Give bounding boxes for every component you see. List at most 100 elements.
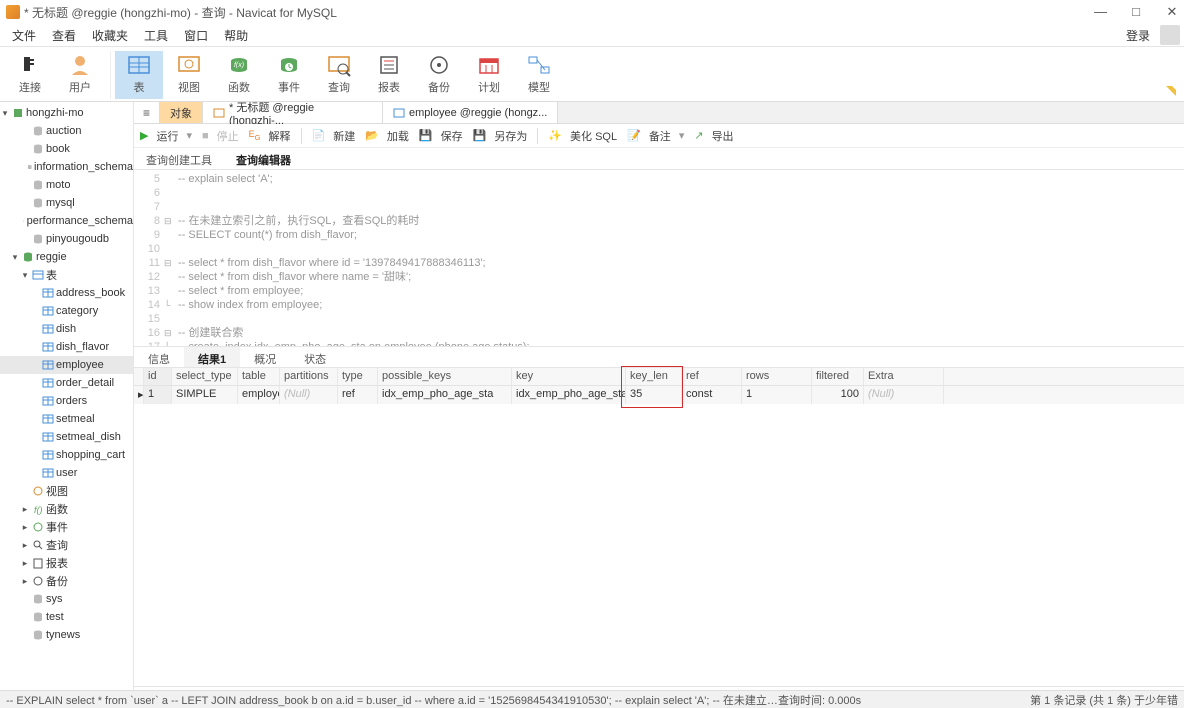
tree-connection[interactable]: ▾hongzhi-mo — [0, 104, 133, 122]
result-row[interactable]: ▸ 1 SIMPLE employee (Null) ref idx_emp_p… — [134, 386, 1184, 404]
tree-tables-node[interactable]: ▾表 — [0, 266, 133, 284]
sql-editor[interactable]: 567891011121314151617181920 ⊟⊟└⊟└ -- exp… — [134, 170, 1184, 346]
tree-table-setmeal[interactable]: setmeal — [0, 410, 133, 428]
main-toolbar: 连接 用户 表 视图 f(x) 函数 事件 查询 报表 — [0, 46, 1184, 102]
editor-gutter: 567891011121314151617181920 — [134, 170, 164, 346]
close-button[interactable]: ✕ — [1166, 4, 1178, 20]
col-ref[interactable]: ref — [682, 368, 742, 385]
toolbar-model[interactable]: 模型 — [515, 51, 563, 99]
note-icon: 📝 — [627, 129, 641, 142]
menu-file[interactable]: 文件 — [4, 27, 44, 44]
note-button[interactable]: 备注 — [649, 128, 671, 144]
database-tree[interactable]: ▾hongzhi-mo auctionbookinformation_schem… — [0, 102, 134, 690]
tree-db-book[interactable]: book — [0, 140, 133, 158]
tree-db-reggie[interactable]: ▾reggie — [0, 248, 133, 266]
tree-db-moto[interactable]: moto — [0, 176, 133, 194]
tab-employee[interactable]: employee @reggie (hongz... — [383, 102, 558, 123]
new-icon: 📄 — [312, 129, 326, 142]
tab-query[interactable]: * 无标题 @reggie (hongzhi-... — [203, 102, 383, 123]
run-dropdown-icon[interactable]: ▾ — [186, 129, 192, 142]
toolbar-user[interactable]: 用户 — [56, 51, 104, 99]
col-table[interactable]: table — [238, 368, 280, 385]
col-select-type[interactable]: select_type — [172, 368, 238, 385]
explain-button[interactable]: 解释 — [269, 128, 291, 144]
minimize-button[interactable]: — — [1094, 4, 1106, 20]
toolbar-plan[interactable]: 计划 — [465, 51, 513, 99]
tree-node-查询[interactable]: ▸查询 — [0, 536, 133, 554]
tree-table-user[interactable]: user — [0, 464, 133, 482]
login-link[interactable]: 登录 — [1118, 27, 1154, 44]
window-title: * 无标题 @reggie (hongzhi-mo) - 查询 - Navica… — [24, 4, 337, 21]
toolbar-backup[interactable]: 备份 — [415, 51, 463, 99]
tree-views-node[interactable]: 视图 — [0, 482, 133, 500]
svg-text:f(x): f(x) — [234, 62, 244, 69]
subtab-editor[interactable]: 查询编辑器 — [224, 148, 303, 169]
editor-tabstrip: ≡ 对象 * 无标题 @reggie (hongzhi-... employee… — [134, 102, 1184, 124]
result-tab-info[interactable]: 信息 — [134, 347, 184, 367]
toolbar-query[interactable]: 查询 — [315, 51, 363, 99]
toolbar-function[interactable]: f(x) 函数 — [215, 51, 263, 99]
explain-icon: EG — [249, 129, 261, 142]
export-button[interactable]: 导出 — [712, 128, 734, 144]
toolbar-event[interactable]: 事件 — [265, 51, 313, 99]
col-possible-keys[interactable]: possible_keys — [378, 368, 512, 385]
tabstrip-menu-icon[interactable]: ≡ — [134, 102, 160, 123]
col-key-len[interactable]: key_len — [626, 368, 682, 385]
col-filtered[interactable]: filtered — [812, 368, 864, 385]
col-id[interactable]: id — [144, 368, 172, 385]
col-type[interactable]: type — [338, 368, 378, 385]
menu-help[interactable]: 帮助 — [216, 27, 256, 44]
tree-node-函数[interactable]: ▸f()函数 — [0, 500, 133, 518]
maximize-button[interactable]: □ — [1130, 4, 1142, 20]
col-key[interactable]: key — [512, 368, 626, 385]
result-tab-profile[interactable]: 概况 — [240, 347, 290, 367]
new-button[interactable]: 新建 — [333, 128, 355, 144]
tree-table-dish[interactable]: dish — [0, 320, 133, 338]
toolbar-report[interactable]: 报表 — [365, 51, 413, 99]
run-button[interactable]: 运行 — [156, 128, 178, 144]
saveas-button[interactable]: 另存为 — [494, 128, 527, 144]
tree-db-test[interactable]: test — [0, 608, 133, 626]
subtab-builder[interactable]: 查询创建工具 — [134, 148, 224, 169]
col-rows[interactable]: rows — [742, 368, 812, 385]
col-extra[interactable]: Extra — [864, 368, 944, 385]
menu-tools[interactable]: 工具 — [136, 27, 176, 44]
note-dropdown-icon[interactable]: ▾ — [679, 129, 685, 142]
query-toolbar: ▶运行▾ ■停止 EG解释 📄新建 📂加载 💾保存 💾另存为 ✨美化 SQL 📝… — [134, 124, 1184, 148]
tree-node-报表[interactable]: ▸报表 — [0, 554, 133, 572]
tab-objects[interactable]: 对象 — [160, 102, 203, 123]
tree-table-setmeal_dish[interactable]: setmeal_dish — [0, 428, 133, 446]
menu-view[interactable]: 查看 — [44, 27, 84, 44]
toolbar-view[interactable]: 视图 — [165, 51, 213, 99]
col-partitions[interactable]: partitions — [280, 368, 338, 385]
toolbar-table[interactable]: 表 — [115, 51, 163, 99]
tree-node-备份[interactable]: ▸备份 — [0, 572, 133, 590]
tree-table-category[interactable]: category — [0, 302, 133, 320]
result-tab-status[interactable]: 状态 — [290, 347, 340, 367]
menu-window[interactable]: 窗口 — [176, 27, 216, 44]
tree-node-事件[interactable]: ▸事件 — [0, 518, 133, 536]
tree-table-employee[interactable]: employee — [0, 356, 133, 374]
toolbar-connect[interactable]: 连接 — [6, 51, 54, 99]
menu-favorites[interactable]: 收藏夹 — [84, 27, 136, 44]
tree-db-information_schema[interactable]: information_schema — [0, 158, 133, 176]
tree-table-dish_flavor[interactable]: dish_flavor — [0, 338, 133, 356]
tree-table-address_book[interactable]: address_book — [0, 284, 133, 302]
result-grid[interactable]: id select_type table partitions type pos… — [134, 368, 1184, 404]
tree-db-pinyougoudb[interactable]: pinyougoudb — [0, 230, 133, 248]
beautify-button[interactable]: 美化 SQL — [570, 128, 617, 144]
editor-code[interactable]: -- explain select 'A'; -- 在未建立索引之前，执行SQL… — [178, 170, 1184, 346]
tree-db-auction[interactable]: auction — [0, 122, 133, 140]
load-button[interactable]: 加载 — [387, 128, 409, 144]
tree-db-sys[interactable]: sys — [0, 590, 133, 608]
tree-db-tynews[interactable]: tynews — [0, 626, 133, 644]
tree-table-shopping_cart[interactable]: shopping_cart — [0, 446, 133, 464]
result-tab-result1[interactable]: 结果1 — [184, 347, 240, 367]
tree-table-orders[interactable]: orders — [0, 392, 133, 410]
tree-db-mysql[interactable]: mysql — [0, 194, 133, 212]
save-button[interactable]: 保存 — [441, 128, 463, 144]
tree-db-performance_schema[interactable]: performance_schema — [0, 212, 133, 230]
editor-fold[interactable]: ⊟⊟└⊟└ — [164, 170, 178, 346]
tree-table-order_detail[interactable]: order_detail — [0, 374, 133, 392]
avatar[interactable] — [1160, 25, 1180, 45]
